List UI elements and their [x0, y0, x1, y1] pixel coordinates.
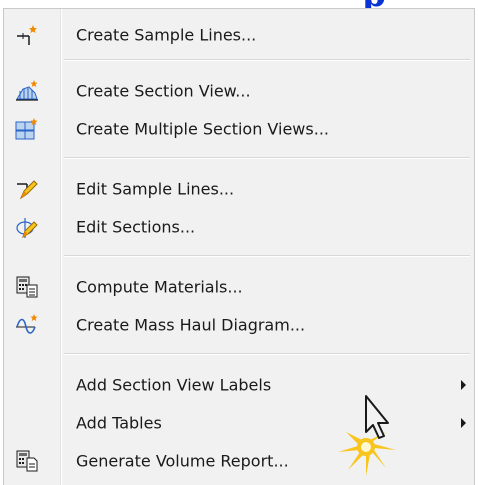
menu-separator — [64, 255, 470, 257]
menu-item-label: Add Tables — [76, 413, 162, 433]
create-sample-lines-icon — [17, 25, 37, 45]
submenu-arrow-icon — [461, 380, 466, 390]
menu-item-create-mass-haul-diagram[interactable]: Create Mass Haul Diagram... — [4, 306, 474, 344]
menu-separator — [64, 59, 470, 61]
menu-separator — [64, 353, 470, 355]
menu-separator — [64, 157, 470, 159]
menu-item-label: Create Sample Lines... — [76, 25, 257, 45]
menu-item-edit-sections[interactable]: Edit Sections... — [4, 208, 474, 246]
menu-item-create-sample-lines[interactable]: Create Sample Lines... — [4, 16, 474, 54]
create-section-view-icon — [16, 80, 38, 101]
menu-item-label: Generate Volume Report... — [76, 451, 289, 471]
menu-item-label: Create Section View... — [76, 81, 251, 101]
menu-item-create-section-view[interactable]: Create Section View... — [4, 72, 474, 110]
menu-item-label: Edit Sections... — [76, 217, 196, 237]
edit-sections-icon — [16, 218, 38, 239]
edit-sample-lines-icon — [17, 180, 38, 200]
menu-item-label: Edit Sample Lines... — [76, 179, 235, 199]
menu-item-compute-materials[interactable]: Compute Materials... — [4, 268, 474, 306]
create-multiple-section-views-icon — [15, 118, 38, 140]
mouse-cursor-icon — [338, 395, 396, 476]
submenu-arrow-icon — [461, 418, 466, 428]
menu-item-label: Add Section View Labels — [76, 375, 272, 395]
menu-item-label: Compute Materials... — [76, 277, 243, 297]
mass-haul-diagram-icon — [16, 314, 38, 334]
compute-materials-icon — [16, 276, 38, 298]
menu-item-create-multiple-section-views[interactable]: Create Multiple Section Views... — [4, 110, 474, 148]
menu-item-label: Create Multiple Section Views... — [76, 119, 329, 139]
menu-item-label: Create Mass Haul Diagram... — [76, 315, 306, 335]
volume-report-icon — [16, 450, 38, 472]
menu-item-edit-sample-lines[interactable]: Edit Sample Lines... — [4, 170, 474, 208]
